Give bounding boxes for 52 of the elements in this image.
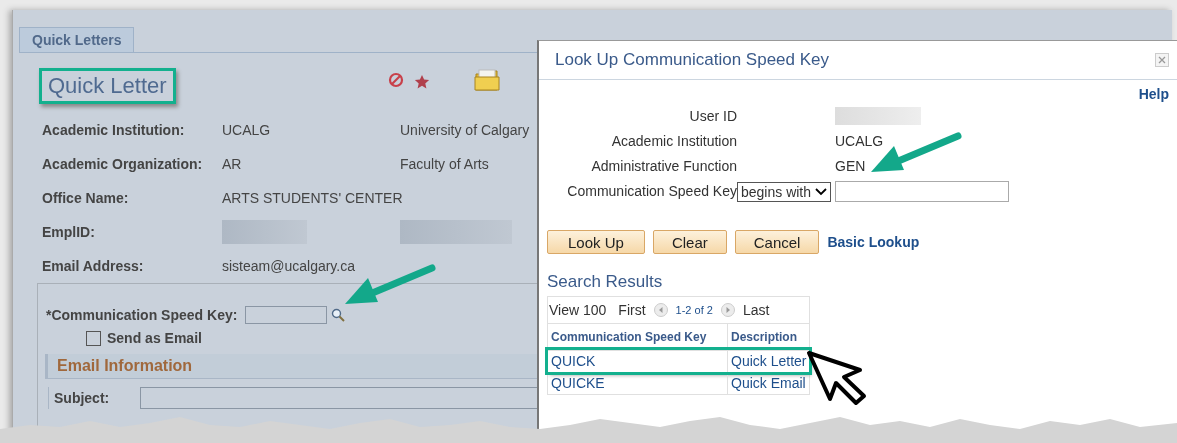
field-label: Academic Institution: [610, 132, 737, 151]
field-value: AR: [222, 155, 242, 174]
first-label: First: [618, 302, 646, 318]
field-label: Academic Organization:: [42, 155, 204, 174]
field-value: sisteam@ucalgary.ca: [222, 257, 355, 276]
field-value: ARTS STUDENTS' CENTER: [222, 189, 403, 208]
checkbox[interactable]: [86, 330, 101, 346]
field-value: Faculty of Arts: [400, 155, 489, 174]
chevron-down-icon: [815, 187, 828, 196]
field-value: University of Calgary: [400, 121, 530, 140]
input-field[interactable]: [245, 306, 328, 324]
page-range: 1-2 of 2: [675, 304, 713, 316]
result-link[interactable]: Quick Letter: [728, 351, 809, 372]
last-label: Last: [742, 302, 770, 318]
field-value: UCALG: [834, 132, 885, 151]
dialog-title: Look Up Communication Speed Key: [555, 50, 830, 70]
checkbox-label: Send as Email: [107, 330, 202, 346]
field-label: EmplID:: [42, 223, 96, 242]
help-link[interactable]: Help: [1138, 86, 1169, 102]
field-label: Administrative Function: [590, 157, 737, 176]
field-label: Communication Speed Key: [566, 182, 737, 201]
field-value: UCALG: [222, 121, 271, 140]
folder-icon[interactable]: [473, 68, 500, 92]
view-all-label: View 100: [549, 302, 607, 318]
action-button[interactable]: Cancel: [734, 230, 820, 254]
action-button[interactable]: Look Up: [547, 230, 645, 254]
field-label: *Communication Speed Key:: [46, 307, 238, 323]
result-link[interactable]: QUICK: [548, 351, 728, 372]
star-icon[interactable]: [413, 74, 430, 90]
operator-dropdown[interactable]: begins with: [737, 181, 832, 202]
field-label: Email Address:: [42, 257, 145, 276]
field-label: User ID: [688, 107, 737, 126]
field-label: Office Name:: [42, 189, 130, 208]
column-header: Communication Speed Key: [548, 324, 728, 350]
column-header: Description: [730, 329, 798, 346]
result-link[interactable]: QUICKE: [548, 373, 728, 394]
result-row[interactable]: QUICKE Quick Email: [548, 372, 809, 394]
basic-lookup-link[interactable]: Basic Lookup: [827, 234, 920, 250]
field-label: Academic Institution:: [42, 121, 186, 140]
input-field[interactable]: [835, 181, 1010, 202]
action-button[interactable]: Clear: [652, 230, 727, 254]
search-icon[interactable]: [331, 308, 346, 322]
prohibited-icon[interactable]: [387, 72, 404, 88]
result-row[interactable]: QUICK Quick Letter: [548, 350, 809, 372]
previous-icon[interactable]: [653, 303, 668, 317]
field-label: Subject:: [54, 390, 111, 406]
results-title: Search Results: [547, 272, 664, 292]
close-icon[interactable]: [1155, 53, 1169, 67]
page-title: Quick Letter: [39, 68, 176, 104]
cursor-icon: [806, 350, 868, 406]
field-value: GEN: [834, 157, 867, 176]
next-icon[interactable]: [720, 303, 735, 317]
